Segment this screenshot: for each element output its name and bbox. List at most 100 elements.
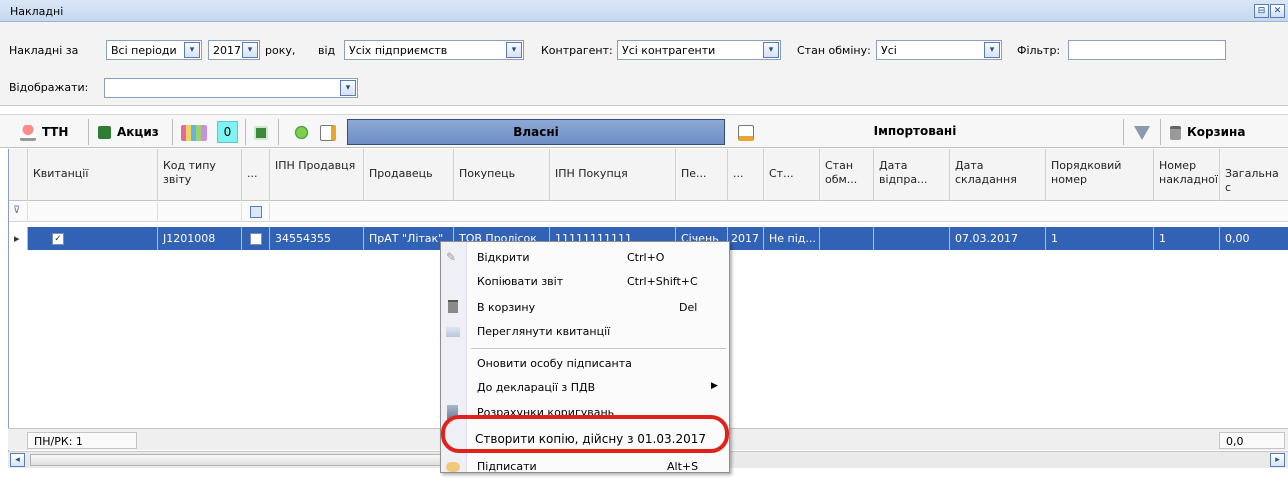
period-select-value: Всі періоди — [111, 44, 177, 57]
column-header[interactable]: Дата складання — [950, 149, 1046, 201]
column-header[interactable]: ІПН Продавця — [270, 149, 364, 201]
toolbar-separator — [278, 119, 279, 145]
serial-number-cell[interactable]: 1 — [1046, 227, 1154, 250]
excel-export-icon[interactable] — [254, 120, 274, 144]
funnel-icon[interactable]: ⊽ — [9, 202, 28, 222]
signed-cell[interactable] — [242, 227, 270, 250]
menu-item-copy-report[interactable]: Копіювати звіт Ctrl+Shift+C — [441, 271, 731, 293]
books-icon-graphic — [181, 124, 207, 141]
year-cell[interactable]: 2017 — [728, 227, 764, 250]
trash-button[interactable]: Корзина — [1170, 120, 1245, 144]
filter-cell[interactable] — [28, 202, 158, 222]
window-titlebar: Накладні ⊟ ✕ — [0, 0, 1288, 22]
highlight-ring — [441, 415, 729, 453]
menu-item-label: Підписати — [477, 460, 537, 473]
excise-button-label: Акциз — [117, 125, 159, 139]
seller-ipn-cell[interactable]: 34554355 — [270, 227, 364, 250]
imported-document-icon-graphic — [738, 124, 754, 141]
menu-item-move-to-trash[interactable]: В корзину Del — [441, 297, 731, 319]
scroll-right-icon[interactable]: ▸ — [1270, 453, 1285, 467]
column-header[interactable]: Стан обм... — [820, 149, 874, 201]
total-cell[interactable]: 0,00 — [1220, 227, 1288, 250]
column-header[interactable]: Ст... — [764, 149, 820, 201]
excise-stamp-icon — [98, 126, 111, 139]
exchange-state-cell[interactable] — [820, 227, 874, 250]
year-select-value: 2017 — [213, 44, 241, 57]
filter-cell[interactable] — [270, 202, 1288, 222]
column-header[interactable]: ІПН Покупця — [550, 149, 676, 201]
chevron-down-icon[interactable]: ▾ — [763, 42, 779, 58]
ttn-button-label: ТТН — [42, 125, 69, 139]
document-icon — [320, 120, 342, 144]
filter-label: Фільтр: — [1017, 44, 1061, 57]
filter-input[interactable] — [1068, 40, 1226, 60]
menu-item-sign[interactable]: Підписати Alt+S — [441, 456, 731, 478]
column-header[interactable]: Код типу звіту — [158, 149, 242, 201]
menu-item-update-signer[interactable]: Оновити особу підписанта — [441, 353, 731, 375]
ttn-button[interactable]: ТТН — [20, 120, 68, 144]
menu-item-shortcut: Ctrl+Shift+C — [627, 275, 698, 288]
receipts-cell[interactable]: ✓ — [28, 227, 158, 250]
display-label: Відображати: — [9, 81, 89, 94]
close-window-icon[interactable]: ✕ — [1270, 4, 1285, 18]
menu-item-shortcut: Del — [679, 301, 698, 314]
column-header[interactable]: Порядковий номер — [1046, 149, 1154, 201]
scroll-left-icon[interactable]: ◂ — [10, 453, 25, 467]
menu-item-label: Копіювати звіт — [477, 275, 564, 288]
grid-header: Квитанції Код типу звіту ... ІПН Продавц… — [9, 149, 1288, 201]
menu-item-label: В корзину — [477, 301, 536, 314]
checkbox-icon[interactable] — [250, 233, 262, 245]
column-header[interactable]: Квитанції — [28, 149, 158, 201]
tab-own[interactable]: Власні — [347, 119, 725, 145]
enterprise-select[interactable]: Усіх підприємств ▾ — [344, 40, 524, 60]
send-date-cell[interactable] — [874, 227, 950, 250]
enterprise-select-value: Усіх підприємств — [349, 44, 448, 57]
tab-imported[interactable]: Імпортовані — [760, 119, 1070, 145]
exchange-state-label: Стан обміну: — [797, 44, 871, 57]
column-header[interactable]: Покупець — [454, 149, 550, 201]
menu-separator — [471, 348, 726, 349]
chevron-down-icon[interactable]: ▾ — [340, 80, 356, 96]
period-select[interactable]: Всі періоди ▾ — [106, 40, 202, 60]
menu-item-open[interactable]: ✎ Відкрити Ctrl+O — [441, 247, 731, 269]
column-header[interactable]: ... — [242, 149, 270, 201]
report-type-code-cell[interactable]: J1201008 — [158, 227, 242, 250]
column-header[interactable]: Номер накладної — [1154, 149, 1220, 201]
count-badge[interactable]: 0 — [217, 121, 238, 143]
contractor-select[interactable]: Усі контрагенти ▾ — [617, 40, 781, 60]
chevron-down-icon[interactable]: ▾ — [184, 42, 200, 58]
exchange-state-select[interactable]: Усі ▾ — [876, 40, 1002, 60]
funnel-icon-graphic — [1134, 125, 1150, 140]
menu-item-to-vat-declaration[interactable]: До декларації з ПДВ ▶ — [441, 377, 731, 399]
filter-cell[interactable] — [242, 202, 270, 222]
filter-clear-icon[interactable] — [1134, 120, 1156, 144]
chevron-down-icon[interactable]: ▾ — [242, 42, 258, 58]
column-header[interactable]: Загальна с — [1220, 149, 1288, 201]
count-summary: ПН/РК: 1 — [27, 432, 137, 449]
refresh-icon[interactable] — [294, 120, 315, 144]
date-compiled-cell[interactable]: 07.03.2017 — [950, 227, 1046, 250]
invoice-number-cell[interactable]: 1 — [1154, 227, 1220, 250]
excise-button[interactable]: Акциз — [98, 120, 159, 144]
books-icon[interactable] — [181, 120, 213, 144]
trash-icon — [448, 300, 458, 313]
filter-cell[interactable] — [158, 202, 242, 222]
column-header[interactable]: ... — [728, 149, 764, 201]
filter-checkbox[interactable] — [250, 206, 262, 218]
chevron-down-icon[interactable]: ▾ — [506, 42, 522, 58]
menu-item-view-receipts[interactable]: Переглянути квитанції — [441, 321, 731, 343]
status-cell[interactable]: Не під... — [764, 227, 820, 250]
contractor-label: Контрагент: — [541, 44, 613, 57]
filter-panel: Накладні за Всі періоди ▾ 2017 ▾ року, в… — [0, 22, 1288, 106]
column-header[interactable]: Продавець — [364, 149, 454, 201]
column-header[interactable]: Пе... — [676, 149, 728, 201]
restore-window-icon[interactable]: ⊟ — [1254, 4, 1269, 18]
refresh-icon-graphic — [294, 125, 309, 140]
year-select[interactable]: 2017 ▾ — [208, 40, 260, 60]
column-header[interactable]: Дата відпра... — [874, 149, 950, 201]
checkbox-checked-icon[interactable]: ✓ — [52, 233, 64, 245]
display-select[interactable]: ▾ — [104, 78, 358, 98]
contractor-select-value: Усі контрагенти — [622, 44, 716, 57]
toolbar-separator — [172, 119, 173, 145]
chevron-down-icon[interactable]: ▾ — [984, 42, 1000, 58]
